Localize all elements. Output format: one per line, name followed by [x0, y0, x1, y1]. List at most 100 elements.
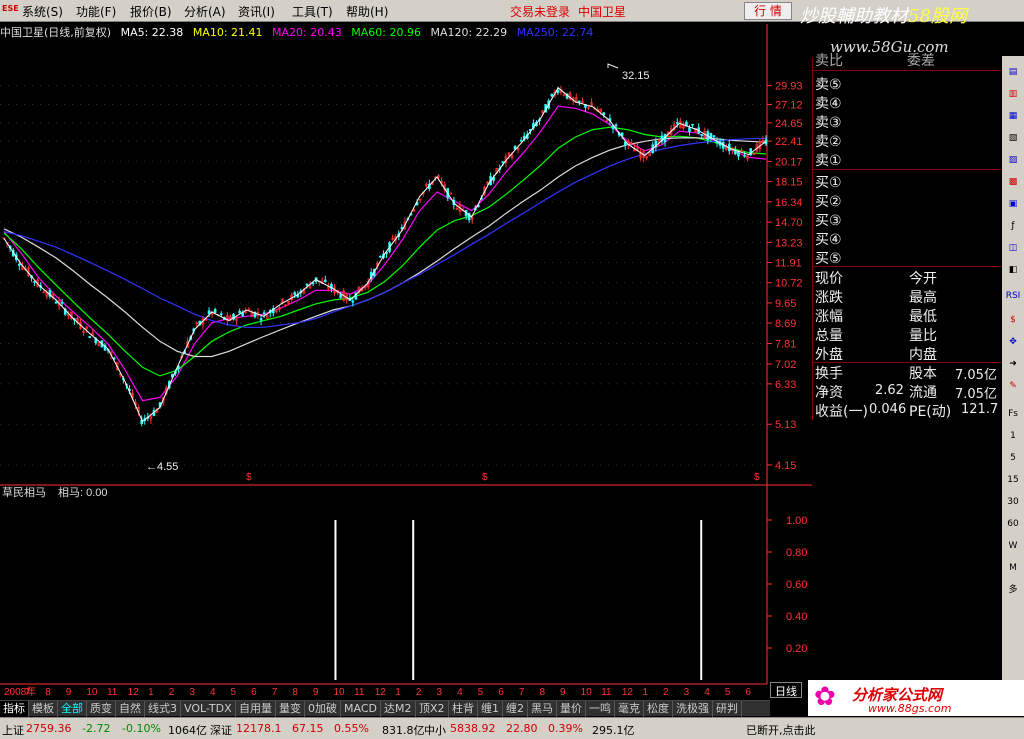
tab-3[interactable]: 质变	[87, 701, 116, 717]
x-tick-label: 7	[25, 687, 31, 698]
candle-body	[712, 135, 716, 138]
tab-4[interactable]: 自然	[116, 701, 145, 717]
list-icon[interactable]: ▦	[1005, 108, 1021, 124]
tab-1[interactable]: 模板	[29, 701, 58, 717]
sh-label: 上证	[2, 724, 24, 737]
menu-quote[interactable]: 报价(B)	[130, 3, 172, 20]
candle-body	[743, 155, 746, 157]
x-tick-label: 9	[66, 687, 72, 698]
tab-21[interactable]: 洗极强	[673, 701, 713, 717]
menu-info[interactable]: 资讯(I)	[238, 3, 275, 20]
menu-system[interactable]: 系统(S)	[22, 3, 63, 20]
ma250-label: MA250: 22.74	[516, 26, 594, 39]
x-tick-label: 7	[272, 687, 278, 698]
tab-12[interactable]: 顶X2	[416, 701, 449, 717]
eps-value: 0.046	[869, 402, 907, 417]
sh-amount: 1064亿	[168, 724, 207, 737]
tab-17[interactable]: 量价	[557, 701, 586, 717]
quote-button[interactable]: 行 情	[744, 2, 792, 20]
period-60-button[interactable]: 60	[1005, 516, 1021, 532]
x-tick-label: 4	[704, 687, 710, 698]
candle-body	[700, 134, 704, 136]
menu-analysis[interactable]: 分析(A)	[184, 3, 226, 20]
x-tick-label: 3	[189, 687, 195, 698]
tab-7[interactable]: 自用量	[236, 701, 276, 717]
toolbar-icon[interactable]: ▤	[1005, 64, 1021, 80]
chart-icon[interactable]: ▥	[1005, 86, 1021, 102]
tab-14[interactable]: 缠1	[478, 701, 503, 717]
tab-18[interactable]: 一鸣	[586, 701, 615, 717]
tab-9[interactable]: 0加破	[305, 701, 341, 717]
x-tick-label: 8	[292, 687, 298, 698]
x-tick-label: 11	[107, 687, 118, 698]
y-tick-label: 10.72	[775, 278, 803, 290]
tab-20[interactable]: 松度	[644, 701, 673, 717]
brand-logo: ✿ 分析家公式网 www.88gs.com	[808, 680, 1024, 716]
dollar-icon[interactable]: $	[1005, 312, 1021, 328]
x-tick-label: 1	[148, 687, 154, 698]
x-tick-label: 5	[231, 687, 237, 698]
ma20-label: MA20: 20.43	[272, 26, 342, 39]
window-icon[interactable]: ◧	[1005, 262, 1021, 278]
tab-22[interactable]: 研判	[713, 701, 742, 717]
candle-body	[550, 93, 554, 97]
candle-body	[379, 255, 382, 258]
tab-0[interactable]: 指标	[0, 701, 29, 717]
pencil-icon[interactable]: ✎	[1005, 378, 1021, 394]
period-30-button[interactable]: 30	[1005, 494, 1021, 510]
period-week-button[interactable]: W	[1005, 538, 1021, 554]
x-tick-label: 2008年	[4, 685, 36, 698]
period-month-button[interactable]: M	[1005, 560, 1021, 576]
menu-function[interactable]: 功能(F)	[76, 3, 116, 20]
menu-tools[interactable]: 工具(T)	[292, 3, 333, 20]
sz-change: 67.15	[292, 722, 324, 735]
period-15-button[interactable]: 15	[1005, 472, 1021, 488]
divider	[813, 266, 1001, 267]
zx-change: 22.80	[506, 722, 538, 735]
info-icon[interactable]: ▨	[1005, 152, 1021, 168]
tab-13[interactable]: 柱背	[449, 701, 478, 717]
report-icon[interactable]: ▩	[1005, 174, 1021, 190]
chart-header: 中国卫星(日线,前复权) MA5: 22.38 MA10: 21.41 MA20…	[0, 24, 599, 39]
connection-status[interactable]: 已断开,点击此	[746, 722, 816, 738]
candle-body	[614, 124, 618, 127]
tab-10[interactable]: MACD	[341, 701, 381, 717]
candle-body	[675, 122, 679, 124]
tab-15[interactable]: 缠2	[503, 701, 528, 717]
stat-volume: 总量	[815, 328, 843, 344]
candle-body	[351, 300, 355, 303]
day-period-button[interactable]: 日线	[770, 682, 802, 698]
tab-8[interactable]: 量变	[276, 701, 305, 717]
x-tick-label: 6	[745, 687, 751, 698]
tab-6[interactable]: VOL-TDX	[181, 701, 236, 717]
y-tick-label: 13.23	[775, 237, 803, 249]
period-5-button[interactable]: 5	[1005, 450, 1021, 466]
fs-button[interactable]: Fs	[1005, 406, 1021, 422]
tab-19[interactable]: 毫克	[615, 701, 644, 717]
move-icon[interactable]: ✥	[1005, 334, 1021, 350]
rsi-button[interactable]: RSI	[1005, 288, 1021, 304]
arrow-icon[interactable]: ➜	[1005, 356, 1021, 372]
fx-icon[interactable]: ƒ	[1005, 218, 1021, 234]
tab-11[interactable]: 达M2	[381, 701, 416, 717]
candle-body	[449, 192, 453, 195]
menu-help[interactable]: 帮助(H)	[346, 3, 388, 20]
finance-icon[interactable]: ▣	[1005, 196, 1021, 212]
y-tick-label: 7.81	[775, 339, 796, 351]
zx-pct: 0.39%	[548, 722, 583, 735]
period-1-button[interactable]: 1	[1005, 428, 1021, 444]
period-multi-button[interactable]: 多	[1005, 582, 1021, 598]
high-marker	[607, 63, 619, 69]
sub-title: 草民相马	[2, 486, 46, 499]
tab-5[interactable]: 线式3	[145, 701, 181, 717]
main-price-chart[interactable]: 29.93 27.12 24.65 22.41 20.17 18.15 16.34 14.70…	[0, 24, 812, 486]
tab-16[interactable]: 黑马	[528, 701, 557, 717]
stat-volume-ratio: 量比	[909, 328, 937, 344]
x-tick-label: 9	[313, 687, 319, 698]
indicator-chart[interactable]: 草民相马 相马: 0.001.000.800.600.400.202008年7 8 9…	[0, 484, 812, 698]
x-tick-label: 10	[581, 687, 593, 698]
table-icon[interactable]: ▧	[1005, 130, 1021, 146]
minute-icon[interactable]: ◫	[1005, 240, 1021, 256]
x-tick-label: 9	[560, 687, 566, 698]
tab-2[interactable]: 全部	[58, 701, 87, 717]
